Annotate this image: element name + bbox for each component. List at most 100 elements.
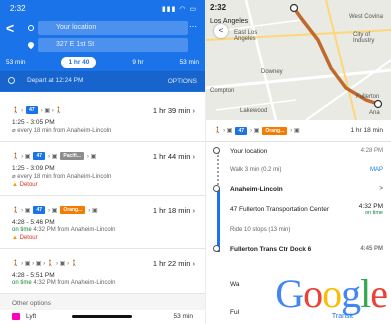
train-line-badge: Orang... [262,126,288,135]
itinerary-step[interactable]: 47 Fullerton Transportation Center 4:32 … [230,198,391,220]
route-list: 🚶 › 47 › ▣ › 🚶 1 hr 39 min › 1:25 - 3:05… [0,92,205,316]
route-option[interactable]: 🚶 › ▣ 47 › ▣ Pacifi... › ▣ 1 hr 44 min ›… [0,142,205,196]
step-time: 4:28 PM [360,148,383,154]
detour-alert: ▲ Detour [12,182,195,188]
live-status: on time [12,280,32,286]
route-steps: 🚶 › ▣ 47 › ▣ Pacifi... › ▣ [12,152,97,160]
origin-field[interactable]: Your location [38,21,188,35]
route-steps: 🚶 › 47 › ▣ › 🚶 [12,106,63,114]
stop-node-icon [213,185,220,192]
route-option[interactable]: 🚶 › ▣ › ▣ › 🚶 › ▣ › 🚶 1 hr 22 min › 4:28… [0,249,205,294]
route-detail-screen: 2:32 < Los Angeles East Los Angeles West… [206,0,391,324]
tab-rideshare[interactable]: 53 min [179,59,199,66]
step-label: Anaheim-Lincoln [230,185,283,193]
route-frequency-text: every 18 min from Anaheim-Lincoln [17,174,112,180]
bus-step: 47 Fullerton Transportation Center [230,206,329,213]
walk-step-partial: Wa [230,281,240,288]
itinerary-step[interactable]: Your location 4:28 PM [213,142,391,160]
route-duration-text: 1 hr 18 min [152,205,191,215]
map-label-city-industry: City of Industry [353,32,375,44]
map-label-east-la: East Los Angeles [234,30,258,42]
stop-node-icon [213,245,220,252]
map-label-la: Los Angeles [210,18,249,25]
itinerary-step[interactable]: Fullerton Trans Ctr Dock 6 4:45 PM [213,240,391,258]
lyft-wrap: Lyft [12,313,36,321]
tab-transit[interactable]: 1 hr 40 [61,56,97,68]
map-link[interactable]: MAP [370,167,383,173]
route-frequency: on time 4:32 PM from Anaheim-Lincoln [12,280,195,286]
route-summary[interactable]: 🚶 › ▣ 47 › ▣ Orang... › ▣ 1 hr 18 min [206,120,391,142]
walk-line [217,152,220,188]
detour-text: Detour [19,235,38,241]
route-duration-text: 1 hr 39 min [152,105,191,115]
status-time: 2:32 [210,3,227,12]
depart-bar: Depart at 12:24 PM OPTIONS [0,71,205,91]
train-line-badge: Pacifi... [60,152,84,160]
route-steps: 🚶 › ▣ › ▣ › 🚶 › ▣ › 🚶 [12,260,79,267]
tab-walk[interactable]: 9 hr [132,59,143,66]
bus-line-badge: 47 [33,152,46,160]
step-label: Your location [230,147,268,155]
route-duration-text: 1 hr 22 min [152,258,191,268]
bus-line [217,188,220,252]
detour-alert: ▲ Detour [12,235,195,241]
bus-line-badge: 47 [33,206,46,214]
map-label-compton: Compton [210,88,235,94]
depart-time[interactable]: Depart at 12:24 PM [27,78,83,85]
lyft-label: Lyft [26,313,37,321]
route-duration: 1 hr 18 min › [152,205,195,215]
step-label: Ride 10 stops (13 min) [230,227,291,233]
map-label-downey: Downey [261,69,283,75]
destination-field[interactable]: 327 E 1st St [38,38,188,52]
back-arrow-icon[interactable]: < [6,20,14,36]
step-time-wrap: 4:32 PM on time [359,203,383,216]
route-times: 1:25 - 3:05 PM [12,119,55,126]
travel-mode-tabs: 53 min 1 hr 40 9 hr 53 min [0,53,205,71]
route-times: 4:28 - 5:51 PM [12,272,55,279]
route-frequency: on time 4:32 PM from Anaheim-Lincoln [12,227,195,233]
back-arrow-icon[interactable]: < [214,24,228,38]
map-label-west-covina: West Covina [349,14,383,20]
tab-drive[interactable]: 53 min [6,59,26,66]
route-frequency: ⌀ every 18 min from Anaheim-Lincoln [12,128,112,134]
fullerton-step-partial: Ful [230,309,240,316]
step-time: 4:45 PM [360,246,383,252]
depart-wrap: Depart at 12:24 PM [8,77,83,85]
map-label-fullerton: Fullerton [356,94,380,100]
options-button[interactable]: OPTIONS [168,78,197,85]
step-label: 47 Fullerton Transportation Center [230,205,329,213]
route-times: 1:25 - 3:09 PM [12,165,55,172]
route-duration: 1 hr 22 min › [152,258,195,268]
route-option[interactable]: 🚶 › 47 › ▣ › 🚶 1 hr 39 min › 1:25 - 3:05… [0,96,205,142]
directions-header: 2:32 ▮▮▮ ◠ ▭ < Your location 327 E 1st S… [0,0,205,92]
step-label: Walk 3 min (0.2 mi) [230,167,282,173]
route-duration: 1 hr 44 min › [152,151,195,161]
route-steps: 🚶 › ▣ 47 › ▣ Orang... › ▣ [214,126,300,135]
itinerary-step[interactable]: Anaheim-Lincoln > [213,180,391,198]
chevron-right-icon: > [379,186,383,192]
route-map[interactable]: 2:32 < Los Angeles East Los Angeles West… [206,0,391,120]
itinerary-step[interactable]: Ride 10 stops (13 min) [230,220,391,240]
detour-text: Detour [19,182,38,188]
stop-node-icon [213,147,220,154]
lyft-time: 53 min [173,313,193,320]
route-frequency-text: every 18 min from Anaheim-Lincoln [17,128,112,134]
destination-pin-icon [26,40,36,50]
more-icon[interactable]: ⋯ [189,22,197,31]
bus-line-badge: 47 [26,106,38,114]
itinerary-step[interactable]: Walk 3 min (0.2 mi) MAP [230,160,391,180]
origin-dot-icon [28,25,34,31]
live-status: on time [364,209,383,216]
signal-wifi-battery-icon: ▮▮▮ ◠ ▭ [161,5,197,13]
route-option[interactable]: 🚶 › ▣ 47 › ▣ Orang... › ▣ 1 hr 18 min › … [0,196,205,249]
route-frequency-text: 4:32 PM from Anaheim-Lincoln [33,227,116,233]
train-line-badge: Orang... [60,206,86,214]
route-duration-text: 1 hr 44 min [152,151,191,161]
route-frequency: ⌀ every 18 min from Anaheim-Lincoln [12,174,112,180]
status-bar: 2:32 ▮▮▮ ◠ ▭ [0,0,205,17]
warning-icon: ▲ [12,235,18,241]
step-label: Fullerton Trans Ctr Dock 6 [230,245,312,253]
clock-icon [8,77,15,85]
transit-label: Transit [331,313,353,320]
map-label-lakewood: Lakewood [240,108,268,114]
